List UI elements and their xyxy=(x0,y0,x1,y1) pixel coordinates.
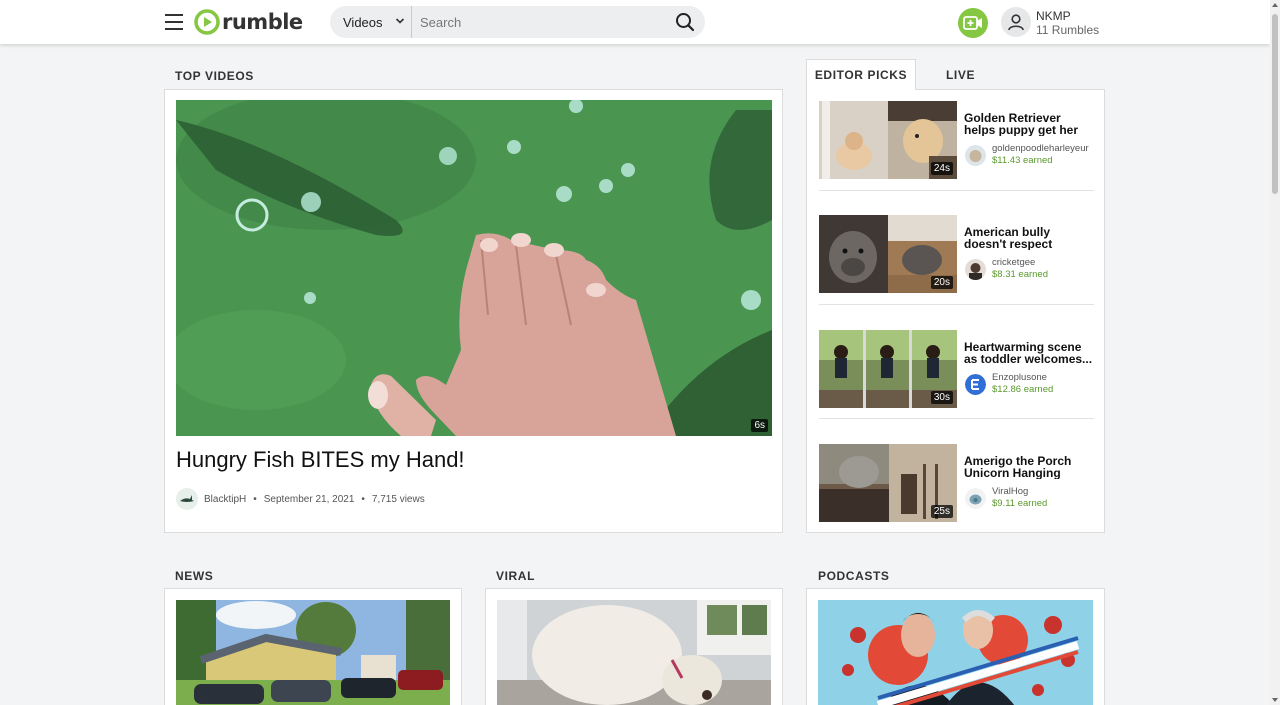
channel-avatar-image xyxy=(965,259,986,280)
scroll-thumb[interactable] xyxy=(1272,14,1278,194)
pick-thumbnail[interactable]: 20s xyxy=(819,215,957,293)
pick-earnings: $11.43 earned xyxy=(992,155,1053,166)
top-header: rumble Videos NKMP 11 Rumbles xyxy=(0,0,1270,44)
user-name[interactable]: NKMP xyxy=(1036,9,1071,23)
shark-logo-icon xyxy=(180,495,194,502)
tab-editor-picks[interactable]: EDITOR PICKS xyxy=(806,59,916,90)
pick-channel-name[interactable]: cricketgee xyxy=(992,257,1094,268)
channel-name[interactable]: BlacktipH xyxy=(204,494,246,505)
podcasts-card xyxy=(806,588,1105,705)
podcasts-heading[interactable]: PODCASTS xyxy=(818,569,889,583)
editor-pick-item[interactable]: 24s Golden Retriever helps puppy get her… xyxy=(819,101,1094,215)
search-input[interactable] xyxy=(412,6,665,38)
channel-avatar-image xyxy=(965,145,986,166)
top-video-thumbnail[interactable]: 6s xyxy=(176,100,772,436)
pick-earnings: $12.86 earned xyxy=(992,384,1054,395)
white-poodle-image xyxy=(497,600,771,705)
pick-channel-avatar[interactable] xyxy=(965,145,986,166)
viral-heading[interactable]: VIRAL xyxy=(496,569,535,583)
podcast-art-image xyxy=(818,600,1093,705)
user-rumbles-count: 11 Rumbles xyxy=(1036,23,1100,37)
viral-card xyxy=(485,588,783,705)
pick-earnings: $9.11 earned xyxy=(992,498,1048,509)
video-date: September 21, 2021 xyxy=(263,493,355,505)
rumble-logo[interactable]: rumble xyxy=(194,9,303,35)
pick-duration-badge: 24s xyxy=(930,162,953,175)
user-avatar[interactable] xyxy=(1001,7,1031,37)
pick-thumbnail[interactable]: 30s xyxy=(819,330,957,408)
pick-title[interactable]: Heartwarming scene as toddler welcomes..… xyxy=(964,341,1094,365)
pick-title[interactable]: Golden Retriever helps puppy get her fav… xyxy=(964,112,1094,136)
search-category-select[interactable]: Videos xyxy=(330,6,412,38)
pick-channel-avatar[interactable] xyxy=(965,259,986,280)
tab-live[interactable]: LIVE xyxy=(946,68,975,82)
pick-title[interactable]: Amerigo the Porch Unicorn Hanging Out... xyxy=(964,455,1094,479)
editor-pick-item[interactable]: 30s Heartwarming scene as toddler welcom… xyxy=(819,330,1094,444)
video-duration-badge: 6s xyxy=(751,419,768,432)
news-heading[interactable]: NEWS xyxy=(175,569,213,583)
editor-pick-item[interactable]: 25s Amerigo the Porch Unicorn Hanging Ou… xyxy=(819,444,1094,558)
divider xyxy=(819,304,1094,305)
search-bar: Videos xyxy=(330,6,705,38)
pick-earnings: $8.31 earned xyxy=(992,269,1048,280)
podcasts-thumbnail[interactable] xyxy=(818,600,1093,705)
search-button[interactable] xyxy=(665,6,705,38)
logo-text: rumble xyxy=(222,10,303,34)
tab-editor-picks-label: EDITOR PICKS xyxy=(814,68,908,82)
top-video-title[interactable]: Hungry Fish BITES my Hand! xyxy=(176,447,465,473)
meta-separator: • xyxy=(253,493,257,505)
pick-title[interactable]: American bully doesn't respect personal … xyxy=(964,226,1094,250)
viralhog-logo-icon xyxy=(965,488,986,509)
editor-picks-panel: 24s Golden Retriever helps puppy get her… xyxy=(806,89,1105,533)
meta-separator: • xyxy=(361,493,365,505)
video-views: 7,715 views xyxy=(371,493,425,505)
pick-duration-badge: 30s xyxy=(930,391,953,404)
scroll-down-arrow-icon[interactable] xyxy=(1272,698,1278,702)
pick-channel-avatar[interactable] xyxy=(965,374,986,395)
video-add-icon xyxy=(963,16,982,30)
viral-thumbnail[interactable] xyxy=(497,600,771,705)
scroll-up-arrow-icon[interactable] xyxy=(1272,3,1278,7)
top-videos-heading: TOP VIDEOS xyxy=(175,69,254,83)
top-video-card: 6s Hungry Fish BITES my Hand! BlacktipH … xyxy=(164,89,783,533)
menu-icon[interactable] xyxy=(165,14,183,30)
pick-duration-badge: 20s xyxy=(930,276,953,289)
pick-thumbnail[interactable]: 24s xyxy=(819,101,957,179)
e-letter-logo-icon xyxy=(965,374,986,395)
pick-thumbnail[interactable]: 25s xyxy=(819,444,957,522)
rumble-play-icon xyxy=(194,9,220,35)
pick-channel-name[interactable]: goldenpoodleharleyeur xyxy=(992,143,1094,154)
fish-video-image xyxy=(176,100,772,436)
chevron-down-icon xyxy=(395,18,405,24)
pick-channel-name[interactable]: Enzoplusone xyxy=(992,372,1094,383)
top-video-meta: BlacktipH • September 21, 2021 • 7,715 v… xyxy=(176,488,425,510)
editor-pick-item[interactable]: 20s American bully doesn't respect perso… xyxy=(819,215,1094,329)
pick-duration-badge: 25s xyxy=(930,505,953,518)
user-icon xyxy=(1008,14,1024,31)
search-icon xyxy=(676,13,695,32)
neighborhood-cars-image xyxy=(176,600,450,705)
news-thumbnail[interactable] xyxy=(176,600,450,705)
divider xyxy=(819,418,1094,419)
upload-video-button[interactable] xyxy=(958,8,988,38)
divider xyxy=(819,190,1094,191)
search-category-value: Videos xyxy=(343,14,383,30)
pick-channel-name[interactable]: ViralHog xyxy=(992,486,1094,497)
news-card xyxy=(164,588,462,705)
page-scrollbar[interactable] xyxy=(1270,0,1280,705)
channel-avatar[interactable] xyxy=(176,488,198,510)
pick-channel-avatar[interactable] xyxy=(965,488,986,509)
